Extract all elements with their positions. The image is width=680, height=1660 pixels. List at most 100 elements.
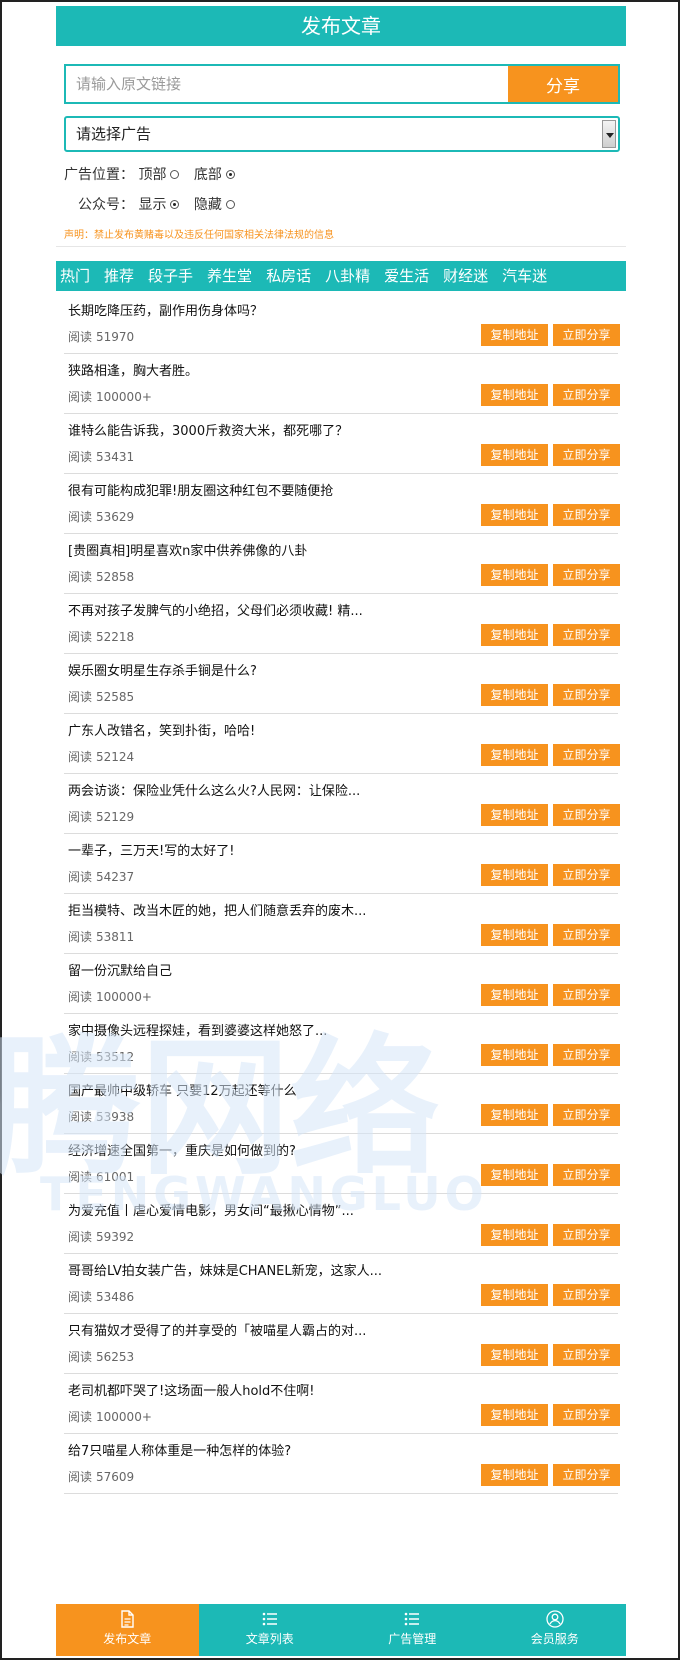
share-now-button[interactable]: 立即分享 [553,1044,620,1066]
share-now-button[interactable]: 立即分享 [553,1104,620,1126]
read-label: 阅读 [68,390,93,404]
share-now-button[interactable]: 立即分享 [553,864,620,886]
list-item: [贵圈真相]明星喜欢n家中供养佛像的八卦 阅读 52858 复制地址 立即分享 [64,534,620,594]
copy-address-button[interactable]: 复制地址 [481,984,548,1006]
copy-address-button[interactable]: 复制地址 [481,624,548,646]
read-count: 52585 [96,690,135,704]
share-now-button[interactable]: 立即分享 [553,1404,620,1426]
share-now-button[interactable]: 立即分享 [553,384,620,406]
account-show-radio[interactable] [170,199,180,209]
article-title[interactable]: 只有猫奴才受得了的并享受的「被喵星人霸占的对... [68,1320,366,1339]
share-now-button[interactable]: 立即分享 [553,324,620,346]
article-title[interactable]: 长期吃降压药，副作用伤身体吗？ [68,300,263,319]
article-title[interactable]: 为爱充值丨虐心爱情电影，男女间“最揪心情物”... [68,1200,354,1219]
list-item: 国产最帅中级轿车 只要12万起还等什么 阅读 53938 复制地址 立即分享 [64,1074,620,1134]
tab-2[interactable]: 段子手 [148,261,193,291]
copy-address-button[interactable]: 复制地址 [481,444,548,466]
article-title[interactable]: 两会访谈：保险业凭什么这么火?人民网：让保险... [68,780,360,799]
url-input[interactable] [66,66,512,102]
article-title[interactable]: 不再对孩子发脾气的小绝招，父母们必须收藏! 精... [68,600,363,619]
copy-address-button[interactable]: 复制地址 [481,804,548,826]
article-title[interactable]: 狭路相逢，胸大者胜。 [68,360,198,379]
tab-0[interactable]: 热门 [60,261,90,291]
copy-address-button[interactable]: 复制地址 [481,1044,548,1066]
tab-3[interactable]: 养生堂 [207,261,252,291]
copy-address-button[interactable]: 复制地址 [481,684,548,706]
list-item: 谁特么能告诉我，3000斤救资大米，都死哪了？ 阅读 53431 复制地址 立即分享 [64,414,620,474]
tab-8[interactable]: 汽车迷 [502,261,547,291]
article-title[interactable]: 留一份沉默给自己 [68,960,172,979]
copy-address-button[interactable]: 复制地址 [481,924,548,946]
share-now-button[interactable]: 立即分享 [553,1224,620,1246]
share-now-button[interactable]: 立即分享 [553,444,620,466]
copy-address-button[interactable]: 复制地址 [481,1164,548,1186]
article-title[interactable]: 谁特么能告诉我，3000斤救资大米，都死哪了？ [68,420,348,439]
article-title[interactable]: 给7只喵星人称体重是一种怎样的体验? [68,1440,291,1459]
share-now-button[interactable]: 立即分享 [553,504,620,526]
share-now-button[interactable]: 立即分享 [553,984,620,1006]
ad-position-bottom-radio[interactable] [225,169,235,179]
copy-address-button[interactable]: 复制地址 [481,1224,548,1246]
app: 发布文章 分享 请选择广告 广告位置： 顶部 底部 公众号： 显示 隐藏 声明：… [56,6,626,1654]
article-reads: 阅读 53431 [68,448,134,465]
copy-address-button[interactable]: 复制地址 [481,324,548,346]
share-now-button[interactable]: 立即分享 [553,564,620,586]
copy-address-button[interactable]: 复制地址 [481,384,548,406]
article-title[interactable]: [贵圈真相]明星喜欢n家中供养佛像的八卦 [68,540,307,559]
ad-position-top-radio[interactable] [170,169,180,179]
copy-address-button[interactable]: 复制地址 [481,744,548,766]
copy-address-button[interactable]: 复制地址 [481,864,548,886]
article-title[interactable]: 拒当模特、改当木匠的她，把人们随意丢弃的废木... [68,900,366,919]
read-count: 53512 [96,1050,135,1064]
article-title[interactable]: 老司机都吓哭了!这场面一般人hold不住啊! [68,1380,314,1399]
account-hide-radio[interactable] [225,199,235,209]
dropdown-arrow-icon[interactable] [602,120,616,148]
article-title[interactable]: 广东人改错名，笑到扑街，哈哈! [68,720,255,739]
list-icon [199,1610,342,1628]
share-now-button[interactable]: 立即分享 [553,1284,620,1306]
tab-5[interactable]: 八卦精 [325,261,370,291]
tab-1[interactable]: 推荐 [104,261,134,291]
article-reads: 阅读 59392 [68,1228,134,1245]
nav-item-3[interactable]: 会员服务 [484,1604,627,1656]
article-title[interactable]: 家中摄像头远程探娃，看到婆婆这样她怒了... [68,1020,327,1039]
ad-select[interactable]: 请选择广告 [64,116,620,152]
tab-7[interactable]: 财经迷 [443,261,488,291]
article-reads: 阅读 61001 [68,1168,134,1185]
nav-item-0[interactable]: 发布文章 [56,1604,199,1656]
article-title[interactable]: 娱乐圈女明星生存杀手锏是什么? [68,660,257,679]
share-button[interactable]: 分享 [508,66,618,102]
read-label: 阅读 [68,690,93,704]
share-now-button[interactable]: 立即分享 [553,1164,620,1186]
tab-4[interactable]: 私房话 [266,261,311,291]
copy-address-button[interactable]: 复制地址 [481,564,548,586]
article-title[interactable]: 一辈子，三万天!写的太好了! [68,840,234,859]
article-title[interactable]: 哥哥给LV拍女装广告，妹妹是CHANEL新宠，这家人... [68,1260,382,1279]
list-item: 长期吃降压药，副作用伤身体吗？ 阅读 51970 复制地址 立即分享 [64,294,620,354]
share-now-button[interactable]: 立即分享 [553,1464,620,1486]
tab-6[interactable]: 爱生活 [384,261,429,291]
copy-address-button[interactable]: 复制地址 [481,1344,548,1366]
share-now-button[interactable]: 立即分享 [553,624,620,646]
list-item: 只有猫奴才受得了的并享受的「被喵星人霸占的对... 阅读 56253 复制地址 立即分享 [64,1314,620,1374]
share-form: 分享 [64,64,620,104]
copy-address-button[interactable]: 复制地址 [481,1104,548,1126]
share-now-button[interactable]: 立即分享 [553,744,620,766]
nav-item-2[interactable]: 广告管理 [341,1604,484,1656]
article-title[interactable]: 国产最帅中级轿车 只要12万起还等什么 [68,1080,297,1099]
list-item: 很有可能构成犯罪!朋友圈这种红包不要随便抢 阅读 53629 复制地址 立即分享 [64,474,620,534]
share-now-button[interactable]: 立即分享 [553,1344,620,1366]
copy-address-button[interactable]: 复制地址 [481,1284,548,1306]
read-label: 阅读 [68,1110,93,1124]
copy-address-button[interactable]: 复制地址 [481,1464,548,1486]
nav-item-1[interactable]: 文章列表 [199,1604,342,1656]
share-now-button[interactable]: 立即分享 [553,684,620,706]
article-title[interactable]: 经济增速全国第一，重庆是如何做到的? [68,1140,296,1159]
share-now-button[interactable]: 立即分享 [553,924,620,946]
article-reads: 阅读 100000+ [68,988,152,1005]
read-label: 阅读 [68,570,93,584]
share-now-button[interactable]: 立即分享 [553,804,620,826]
copy-address-button[interactable]: 复制地址 [481,1404,548,1426]
copy-address-button[interactable]: 复制地址 [481,504,548,526]
article-title[interactable]: 很有可能构成犯罪!朋友圈这种红包不要随便抢 [68,480,333,499]
